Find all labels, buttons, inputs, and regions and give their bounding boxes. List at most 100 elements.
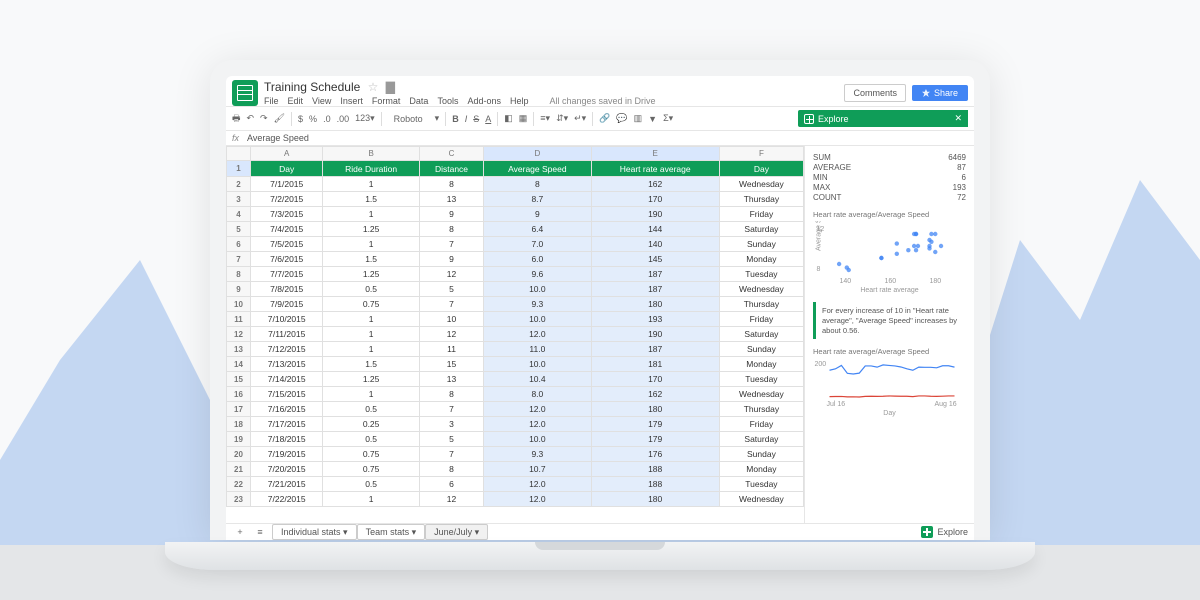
- row-header[interactable]: 16: [227, 387, 251, 402]
- cell[interactable]: Friday: [719, 417, 803, 432]
- cell[interactable]: Sunday: [719, 342, 803, 357]
- cell[interactable]: 1.5: [323, 357, 419, 372]
- cell[interactable]: 7/17/2015: [251, 417, 323, 432]
- text-color-icon[interactable]: A: [485, 114, 491, 124]
- cell[interactable]: 7/5/2015: [251, 237, 323, 252]
- row-header[interactable]: 2: [227, 177, 251, 192]
- table-header-cell[interactable]: Day: [251, 161, 323, 177]
- cell[interactable]: 1: [323, 342, 419, 357]
- cell[interactable]: 13: [419, 192, 483, 207]
- more-formats-icon[interactable]: 123▾: [355, 113, 375, 124]
- explore-button[interactable]: Explore: [921, 526, 968, 538]
- cell[interactable]: 5: [419, 432, 483, 447]
- cell[interactable]: 7/18/2015: [251, 432, 323, 447]
- cell[interactable]: 7/21/2015: [251, 477, 323, 492]
- cell[interactable]: 7/19/2015: [251, 447, 323, 462]
- redo-icon[interactable]: ↷: [260, 113, 268, 124]
- cell[interactable]: 170: [591, 192, 719, 207]
- cell[interactable]: 13: [419, 372, 483, 387]
- percent-icon[interactable]: %: [309, 114, 317, 124]
- cell[interactable]: 0.5: [323, 432, 419, 447]
- menu-format[interactable]: Format: [372, 96, 401, 106]
- cell[interactable]: 12.0: [484, 477, 591, 492]
- cell[interactable]: 8: [419, 387, 483, 402]
- cell[interactable]: 1.25: [323, 267, 419, 282]
- cell[interactable]: 7/4/2015: [251, 222, 323, 237]
- cell[interactable]: 7: [419, 402, 483, 417]
- cell[interactable]: 170: [591, 372, 719, 387]
- cell[interactable]: Sunday: [719, 237, 803, 252]
- cell[interactable]: Saturday: [719, 327, 803, 342]
- cell[interactable]: 187: [591, 342, 719, 357]
- cell[interactable]: 12: [419, 327, 483, 342]
- row-header[interactable]: 10: [227, 297, 251, 312]
- cell[interactable]: 8.0: [484, 387, 591, 402]
- cell[interactable]: 6.4: [484, 222, 591, 237]
- scatter-chart[interactable]: 12 8 140 160 180 Average Speed: [813, 221, 966, 285]
- star-icon[interactable]: ☆: [368, 80, 379, 94]
- row-header[interactable]: 18: [227, 417, 251, 432]
- cell[interactable]: 190: [591, 327, 719, 342]
- print-icon[interactable]: 🖶: [232, 111, 241, 127]
- cell[interactable]: 8: [484, 177, 591, 192]
- table-header-cell[interactable]: Day: [719, 161, 803, 177]
- cell[interactable]: 7: [419, 237, 483, 252]
- cell[interactable]: 188: [591, 462, 719, 477]
- cell[interactable]: 5: [419, 282, 483, 297]
- row-header[interactable]: 23: [227, 492, 251, 507]
- formula-input[interactable]: Average Speed: [247, 133, 309, 143]
- align-icon[interactable]: ≡▾: [540, 113, 550, 124]
- cell[interactable]: 179: [591, 432, 719, 447]
- cell[interactable]: 181: [591, 357, 719, 372]
- cell[interactable]: 7/1/2015: [251, 177, 323, 192]
- cell[interactable]: 7.0: [484, 237, 591, 252]
- cell[interactable]: 0.25: [323, 417, 419, 432]
- col-header[interactable]: E: [591, 147, 719, 161]
- row-header[interactable]: 7: [227, 252, 251, 267]
- cell[interactable]: 1.5: [323, 252, 419, 267]
- italic-icon[interactable]: I: [465, 114, 468, 124]
- cell[interactable]: Tuesday: [719, 267, 803, 282]
- chart-icon[interactable]: ▥: [634, 113, 643, 124]
- cell[interactable]: 187: [591, 267, 719, 282]
- cell[interactable]: 10.7: [484, 462, 591, 477]
- menu-tools[interactable]: Tools: [437, 96, 458, 106]
- cell[interactable]: Monday: [719, 462, 803, 477]
- strike-icon[interactable]: S: [473, 114, 479, 124]
- cell[interactable]: Wednesday: [719, 177, 803, 192]
- cell[interactable]: 162: [591, 177, 719, 192]
- cell[interactable]: 7/8/2015: [251, 282, 323, 297]
- row-header[interactable]: 15: [227, 372, 251, 387]
- cell[interactable]: 6.0: [484, 252, 591, 267]
- row-header[interactable]: 17: [227, 402, 251, 417]
- row-header[interactable]: 11: [227, 312, 251, 327]
- cell[interactable]: 10.0: [484, 282, 591, 297]
- wrap-icon[interactable]: ↵▾: [574, 113, 586, 124]
- cell[interactable]: 12: [419, 492, 483, 507]
- cell[interactable]: 7/14/2015: [251, 372, 323, 387]
- col-header[interactable]: D: [484, 147, 591, 161]
- table-header-cell[interactable]: Distance: [419, 161, 483, 177]
- cell[interactable]: Wednesday: [719, 387, 803, 402]
- cell[interactable]: 1: [323, 387, 419, 402]
- cell[interactable]: 9.3: [484, 447, 591, 462]
- cell[interactable]: 7/10/2015: [251, 312, 323, 327]
- menu-insert[interactable]: Insert: [340, 96, 363, 106]
- menu-file[interactable]: File: [264, 96, 279, 106]
- undo-icon[interactable]: ↶: [247, 113, 255, 124]
- cell[interactable]: 188: [591, 477, 719, 492]
- cell[interactable]: 7/15/2015: [251, 387, 323, 402]
- cell[interactable]: 12: [419, 267, 483, 282]
- cell[interactable]: 1.5: [323, 192, 419, 207]
- cell[interactable]: 7/3/2015: [251, 207, 323, 222]
- borders-icon[interactable]: ▦: [519, 113, 528, 124]
- cell[interactable]: 8: [419, 222, 483, 237]
- cell[interactable]: 7/6/2015: [251, 252, 323, 267]
- sheets-logo-icon[interactable]: [232, 80, 258, 106]
- cell[interactable]: 1.25: [323, 372, 419, 387]
- functions-icon[interactable]: Σ▾: [663, 113, 673, 124]
- cell[interactable]: 9: [419, 207, 483, 222]
- cell[interactable]: 140: [591, 237, 719, 252]
- cell[interactable]: 7/13/2015: [251, 357, 323, 372]
- cell[interactable]: 144: [591, 222, 719, 237]
